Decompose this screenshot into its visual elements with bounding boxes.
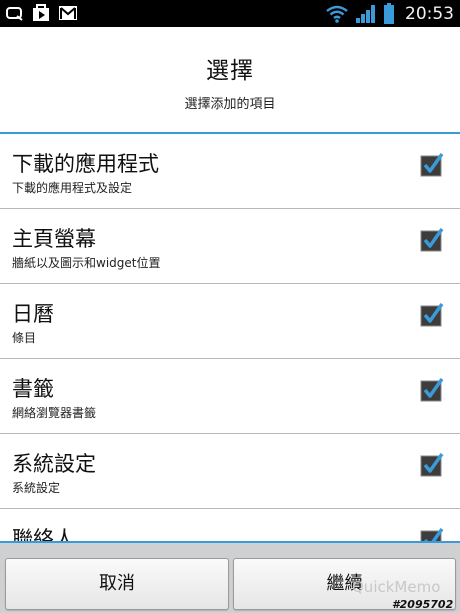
checkbox-checked-icon[interactable] — [420, 453, 444, 477]
item-title: 聯絡人 — [12, 527, 75, 542]
item-subtitle: 系統設定 — [12, 481, 61, 495]
checkbox-checked-icon[interactable] — [420, 528, 444, 542]
item-title: 下載的應用程式 — [12, 152, 159, 176]
item-subtitle: 網絡瀏覽器書籤 — [12, 406, 97, 420]
checkbox-checked-icon[interactable] — [420, 153, 444, 177]
gmail-icon — [59, 6, 77, 20]
notification-q-icon — [6, 7, 23, 21]
list-item-home-screen[interactable]: 主頁螢幕 牆紙以及圖示和widget位置 — [0, 209, 460, 284]
list-item-downloaded-apps[interactable]: 下載的應用程式 下載的應用程式及設定 — [0, 134, 460, 209]
item-title: 書籤 — [12, 377, 54, 401]
checkbox-checked-icon[interactable] — [420, 378, 444, 402]
item-title: 主頁螢幕 — [12, 227, 96, 251]
wifi-icon — [326, 5, 348, 23]
dialog-subtitle: 選擇添加的項目 — [184, 97, 276, 112]
list-item-system-settings[interactable]: 系統設定 系統設定 — [0, 434, 460, 509]
cancel-button[interactable]: 取消 — [5, 558, 229, 610]
battery-icon — [384, 3, 394, 24]
item-title: 系統設定 — [12, 452, 96, 476]
status-bar: 20:53 — [0, 0, 460, 27]
dialog-title: 選擇 — [206, 58, 254, 84]
item-subtitle: 下載的應用程式及設定 — [12, 181, 133, 195]
quickmemo-watermark: QuickMemo — [352, 578, 441, 596]
list-item-contacts[interactable]: 聯絡人 — [0, 509, 460, 542]
item-list[interactable]: 下載的應用程式 下載的應用程式及設定 主頁螢幕 牆紙以及圖示和widget位置 … — [0, 134, 460, 542]
status-left-icons — [6, 4, 78, 22]
item-title: 日曆 — [12, 302, 54, 326]
checkbox-checked-icon[interactable] — [420, 303, 444, 327]
signal-icon — [356, 5, 375, 23]
list-item-calendar[interactable]: 日曆 條目 — [0, 284, 460, 359]
item-subtitle: 條目 — [12, 331, 37, 345]
image-id-watermark: #2095702 — [392, 598, 454, 611]
item-subtitle: 牆紙以及圖示和widget位置 — [12, 256, 161, 270]
play-store-icon — [33, 4, 49, 21]
list-item-bookmarks[interactable]: 書籤 網絡瀏覽器書籤 — [0, 359, 460, 434]
status-right-icons: 20:53 — [325, 2, 454, 26]
checkbox-checked-icon[interactable] — [420, 228, 444, 252]
status-clock: 20:53 — [405, 4, 454, 24]
dialog-header: 選擇 選擇添加的項目 — [0, 27, 460, 133]
